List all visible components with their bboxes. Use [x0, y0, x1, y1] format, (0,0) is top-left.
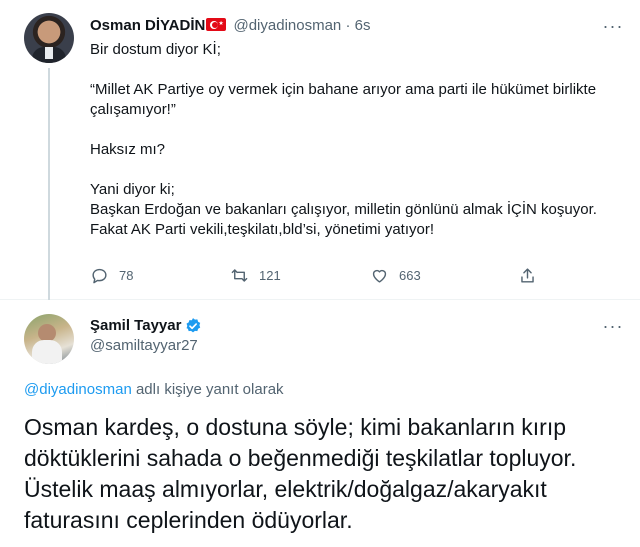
- author-handle[interactable]: @diyadinosman: [233, 17, 341, 34]
- tweet-osman[interactable]: Osman DİYADİN ★ @diyadinosman · 6s ··· Bi…: [0, 0, 640, 300]
- tweet-text: Bir dostum diyor Kİ; “Millet AK Partiye …: [90, 40, 620, 240]
- more-icon[interactable]: ···: [600, 17, 626, 40]
- verified-badge-icon: [187, 318, 201, 333]
- tweet-samil[interactable]: Şamil Tayyar @samiltayyar27 ··· @diyadin…: [0, 300, 640, 547]
- share-icon: [521, 267, 534, 283]
- author-name[interactable]: Şamil Tayyar: [90, 316, 181, 336]
- tweet-paragraph: “Millet AK Partiye oy vermek için bahane…: [90, 81, 597, 118]
- like-icon: [372, 269, 387, 283]
- reply-icon: [92, 268, 107, 283]
- avatar-collar: [45, 47, 53, 59]
- like-button[interactable]: 663: [370, 264, 421, 286]
- tweet-timestamp[interactable]: · 6s: [345, 17, 370, 34]
- tweet-actions: 78 121 663: [90, 264, 540, 286]
- tweet-paragraph: Bir dostum diyor Kİ;: [90, 41, 221, 58]
- avatar[interactable]: [24, 314, 74, 364]
- turkish-flag-icon: ★: [206, 18, 227, 31]
- avatar-body: [32, 340, 62, 364]
- avatar[interactable]: [24, 13, 74, 63]
- tweet-paragraph: Haksız mı?: [90, 141, 166, 158]
- reply-to-link[interactable]: @diyadinosman: [24, 381, 132, 398]
- more-icon[interactable]: ···: [600, 317, 626, 340]
- reply-button[interactable]: 78: [90, 264, 133, 286]
- retweet-button[interactable]: 121: [230, 264, 281, 286]
- thread-connector-line: [48, 68, 50, 300]
- tweet-header: Osman DİYADİN ★ @diyadinosman · 6s: [90, 16, 370, 36]
- reply-count: 78: [119, 267, 134, 283]
- share-button[interactable]: [518, 264, 537, 286]
- tweet-header: Şamil Tayyar @samiltayyar27: [90, 316, 202, 356]
- author-handle[interactable]: @samiltayyar27: [90, 336, 202, 356]
- tweet-paragraph: Yani diyor ki; Başkan Erdoğan ve bakanla…: [90, 181, 597, 238]
- retweet-count: 121: [259, 267, 281, 283]
- reply-context: @diyadinosman adlı kişiye yanıt olarak: [24, 380, 284, 400]
- tweet-text: Osman kardeş, o dostuna söyle; kimi baka…: [24, 414, 577, 533]
- reply-to-label: adlı kişiye yanıt olarak: [131, 381, 284, 398]
- author-name[interactable]: Osman DİYADİN: [90, 17, 205, 34]
- retweet-icon: [231, 268, 248, 282]
- like-count: 663: [399, 267, 421, 283]
